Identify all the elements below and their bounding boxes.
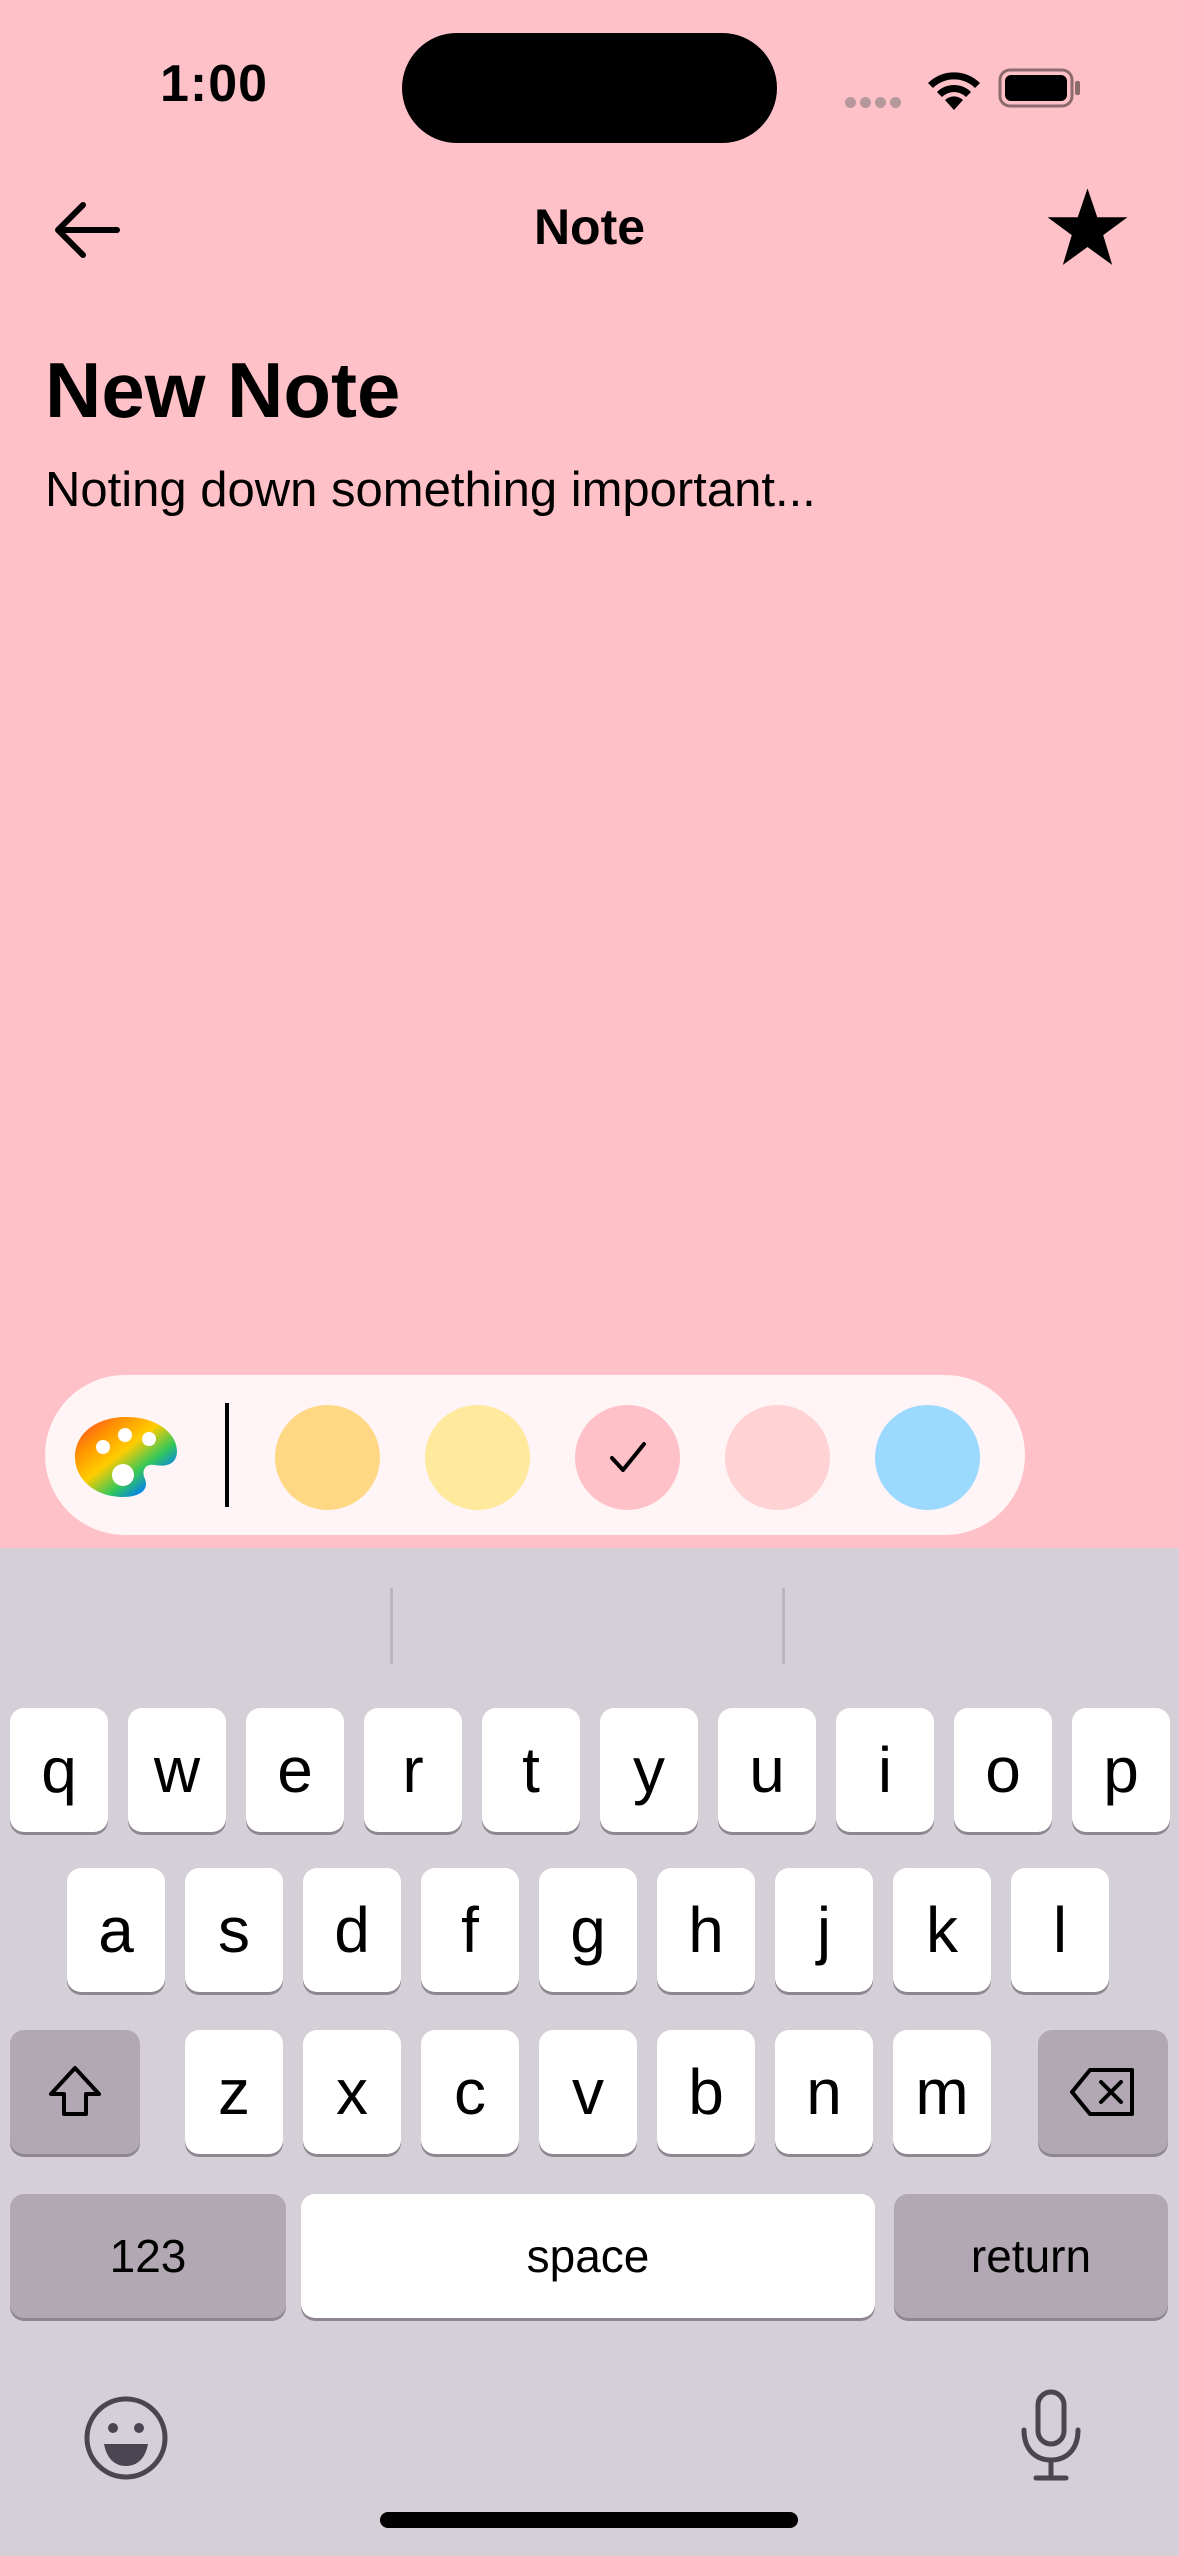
key-a[interactable]: a	[67, 1868, 165, 1992]
color-swatch-pink[interactable]	[575, 1405, 680, 1510]
backspace-icon	[1070, 2068, 1134, 2116]
emoji-icon[interactable]	[82, 2394, 170, 2487]
key-r[interactable]: r	[364, 1708, 462, 1832]
cellular-signal-icon	[845, 95, 905, 113]
wifi-icon	[924, 66, 984, 115]
key-z[interactable]: z	[185, 2030, 283, 2154]
key-x[interactable]: x	[303, 2030, 401, 2154]
key-p[interactable]: p	[1072, 1708, 1170, 1832]
microphone-icon[interactable]	[1016, 2388, 1086, 2489]
key-y[interactable]: y	[600, 1708, 698, 1832]
palette-icon[interactable]	[73, 1413, 179, 1499]
home-indicator	[380, 2512, 798, 2528]
note-screen: 1:00 Note New Note Noting down something…	[0, 0, 1179, 2556]
keyboard: qwertyuiop asdfghjkl zxcvbnm 123 space ret…	[0, 1548, 1179, 2556]
key-j[interactable]: j	[775, 1868, 873, 1992]
suggestion-divider	[782, 1588, 785, 1664]
color-swatch-yellow[interactable]	[425, 1405, 530, 1510]
color-swatch-light-pink[interactable]	[725, 1405, 830, 1510]
key-k[interactable]: k	[893, 1868, 991, 1992]
key-w[interactable]: w	[128, 1708, 226, 1832]
key-b[interactable]: b	[657, 2030, 755, 2154]
color-picker	[45, 1375, 1025, 1535]
key-i[interactable]: i	[836, 1708, 934, 1832]
return-key[interactable]: return	[894, 2194, 1168, 2318]
note-title-field[interactable]: New Note	[45, 345, 400, 436]
key-m[interactable]: m	[893, 2030, 991, 2154]
status-time: 1:00	[160, 55, 269, 113]
color-swatch-blue[interactable]	[875, 1405, 980, 1510]
shift-icon	[49, 2066, 101, 2116]
key-d[interactable]: d	[303, 1868, 401, 1992]
key-o[interactable]: o	[954, 1708, 1052, 1832]
key-e[interactable]: e	[246, 1708, 344, 1832]
numbers-key[interactable]: 123	[10, 2194, 286, 2318]
space-key[interactable]: space	[301, 2194, 875, 2318]
color-swatch-orange[interactable]	[275, 1405, 380, 1510]
key-t[interactable]: t	[482, 1708, 580, 1832]
battery-icon	[998, 68, 1082, 113]
favorite-button[interactable]	[1045, 185, 1130, 270]
checkmark-icon	[609, 1441, 646, 1472]
suggestion-divider	[390, 1588, 393, 1664]
key-n[interactable]: n	[775, 2030, 873, 2154]
key-u[interactable]: u	[718, 1708, 816, 1832]
key-h[interactable]: h	[657, 1868, 755, 1992]
key-v[interactable]: v	[539, 2030, 637, 2154]
star-icon	[1047, 188, 1128, 265]
key-g[interactable]: g	[539, 1868, 637, 1992]
key-f[interactable]: f	[421, 1868, 519, 1992]
key-s[interactable]: s	[185, 1868, 283, 1992]
key-q[interactable]: q	[10, 1708, 108, 1832]
delete-key[interactable]	[1038, 2030, 1168, 2154]
key-l[interactable]: l	[1011, 1868, 1109, 1992]
note-body-field[interactable]: Noting down something important...	[45, 462, 816, 518]
page-title: Note	[533, 199, 646, 255]
picker-divider	[225, 1403, 229, 1507]
dynamic-island	[402, 33, 777, 143]
shift-key[interactable]	[10, 2030, 140, 2154]
key-c[interactable]: c	[421, 2030, 519, 2154]
